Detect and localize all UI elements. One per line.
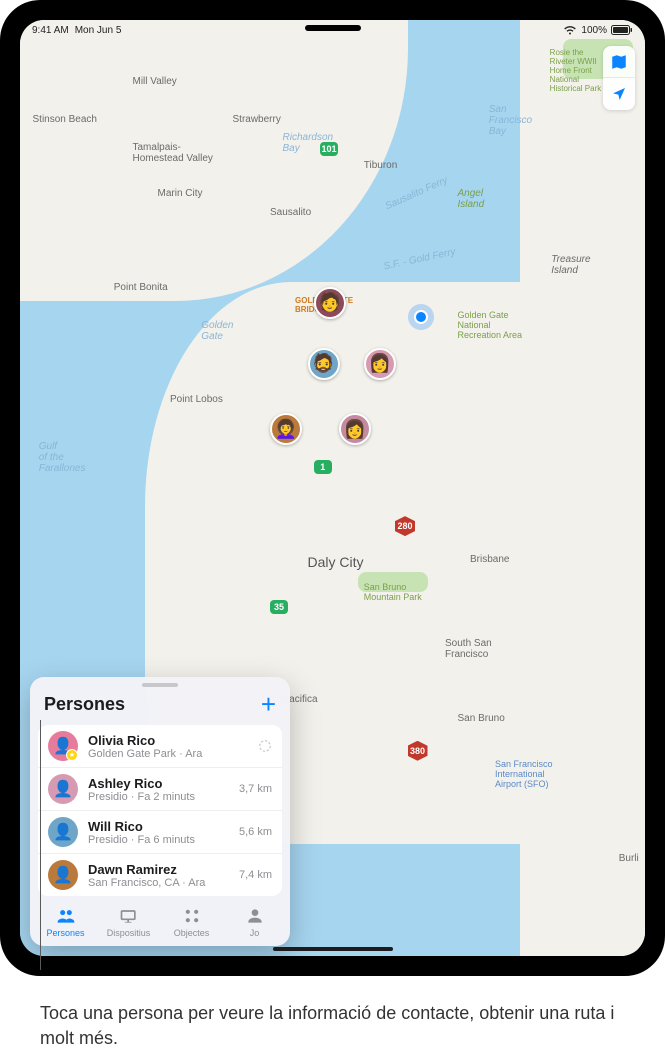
home-indicator[interactable]	[273, 947, 393, 951]
map-label: Tamalpais- Homestead Valley	[133, 142, 213, 164]
callout-line	[40, 720, 41, 970]
tab-label: Jo	[250, 928, 260, 938]
map-label: Burli	[619, 853, 639, 864]
status-date: Mon Jun 5	[75, 25, 122, 36]
avatar: 👤	[48, 774, 78, 804]
tab-jo[interactable]: Jo	[223, 906, 286, 938]
map-label: Point Lobos	[170, 394, 223, 405]
panel-title: Persones	[44, 694, 125, 715]
person-name: Olivia Rico	[88, 733, 258, 748]
panel-grabber[interactable]	[142, 683, 178, 687]
person-distance	[258, 739, 272, 753]
screen: 9:41 AM Mon Jun 5 100% Mill Valley Stins…	[20, 20, 645, 956]
tab-bar: Persones Dispositius Objectes Jo	[30, 896, 290, 946]
tab-persones[interactable]: Persones	[34, 906, 97, 938]
person-pin[interactable]: 👩‍🦱	[270, 413, 302, 445]
map-label: San Bruno Mountain Park	[364, 582, 422, 602]
panel-header: Persones +	[30, 689, 290, 725]
person-name: Ashley Rico	[88, 776, 239, 791]
person-pin[interactable]: 👩	[339, 413, 371, 445]
camera-dot	[329, 3, 337, 11]
person-row[interactable]: 👤 Ashley Rico Presidio · Fa 2 minuts 3,7…	[38, 768, 282, 811]
tab-label: Objectes	[174, 928, 210, 938]
person-subtitle: Presidio · Fa 2 minuts	[88, 791, 239, 803]
map-icon	[610, 53, 628, 71]
map-label: Rosie the Riveter WWII Home Front Nation…	[550, 48, 602, 93]
road-badge-ca1: 1	[314, 460, 332, 474]
person-pin[interactable]: 🧔	[308, 348, 340, 380]
map-label: San Bruno	[458, 713, 505, 724]
person-row[interactable]: 👤 ★ Olivia Rico Golden Gate Park · Ara	[38, 725, 282, 768]
person-subtitle: Golden Gate Park · Ara	[88, 748, 258, 760]
road-badge-ca101: 101	[320, 142, 338, 156]
map-label: Point Bonita	[114, 282, 168, 293]
loading-icon	[258, 739, 272, 753]
map-controls	[603, 46, 635, 110]
user-location-dot	[414, 310, 428, 324]
map-label: Strawberry	[233, 114, 281, 125]
person-subtitle: Presidio · Fa 6 minuts	[88, 834, 239, 846]
road-badge-ca35: 35	[270, 600, 288, 614]
wifi-icon	[563, 25, 577, 35]
navigate-icon	[611, 86, 627, 102]
map-mode-button[interactable]	[603, 46, 635, 78]
person-distance: 3,7 km	[239, 783, 272, 795]
map-label: San Francisco Bay	[489, 104, 532, 137]
battery-text: 100%	[581, 25, 607, 36]
tab-label: Persones	[46, 928, 84, 938]
map-label: Golden Gate National Recreation Area	[458, 310, 523, 340]
map-label: Gulf of the Farallones	[39, 441, 86, 474]
avatar: 👤	[48, 817, 78, 847]
ipad-frame: 9:41 AM Mon Jun 5 100% Mill Valley Stins…	[0, 0, 665, 976]
person-name: Dawn Ramirez	[88, 862, 239, 877]
map-label: Treasure Island	[551, 254, 590, 276]
map-label: Sausalito	[270, 207, 311, 218]
status-time: 9:41 AM	[32, 25, 69, 36]
map-label: S.F. - Gold Ferry	[382, 247, 456, 273]
status-bar: 9:41 AM Mon Jun 5 100%	[20, 20, 645, 40]
add-person-button[interactable]: +	[261, 691, 276, 717]
person-row[interactable]: 👤 Dawn Ramirez San Francisco, CA · Ara 7…	[38, 854, 282, 896]
map-label: Golden Gate	[201, 320, 233, 342]
map-label: Brisbane	[470, 554, 509, 565]
map-label: Stinson Beach	[33, 114, 98, 125]
people-panel: Persones + 👤 ★ Olivia Rico Golden Gate P…	[30, 677, 290, 946]
map-label: San Francisco International Airport (SFO…	[495, 759, 553, 789]
map-label: Daly City	[308, 554, 364, 570]
map-label: Sausalito Ferry	[383, 175, 449, 212]
person-distance: 5,6 km	[239, 826, 272, 838]
person-distance: 7,4 km	[239, 869, 272, 881]
person-row[interactable]: 👤 Will Rico Presidio · Fa 6 minuts 5,6 k…	[38, 811, 282, 854]
battery-icon	[611, 25, 633, 35]
tab-objectes[interactable]: Objectes	[160, 906, 223, 938]
map-label: Marin City	[158, 188, 203, 199]
locate-me-button[interactable]	[603, 78, 635, 110]
caption: Toca una persona per veure la informació…	[40, 1001, 645, 1050]
tab-dispositius[interactable]: Dispositius	[97, 906, 160, 938]
map-label: Tiburon	[364, 160, 398, 171]
person-subtitle: San Francisco, CA · Ara	[88, 877, 239, 889]
star-badge: ★	[66, 749, 78, 761]
dynamic-pill	[305, 25, 361, 31]
person-pin[interactable]: 🧑	[314, 287, 346, 319]
map-label: South San Francisco	[445, 638, 492, 660]
tab-label: Dispositius	[107, 928, 151, 938]
map-label: Mill Valley	[133, 76, 177, 87]
person-name: Will Rico	[88, 819, 239, 834]
person-pin[interactable]: 👩	[364, 348, 396, 380]
avatar: 👤	[48, 860, 78, 890]
people-list: 👤 ★ Olivia Rico Golden Gate Park · Ara 👤…	[38, 725, 282, 896]
map-label: Angel Island	[458, 188, 485, 210]
